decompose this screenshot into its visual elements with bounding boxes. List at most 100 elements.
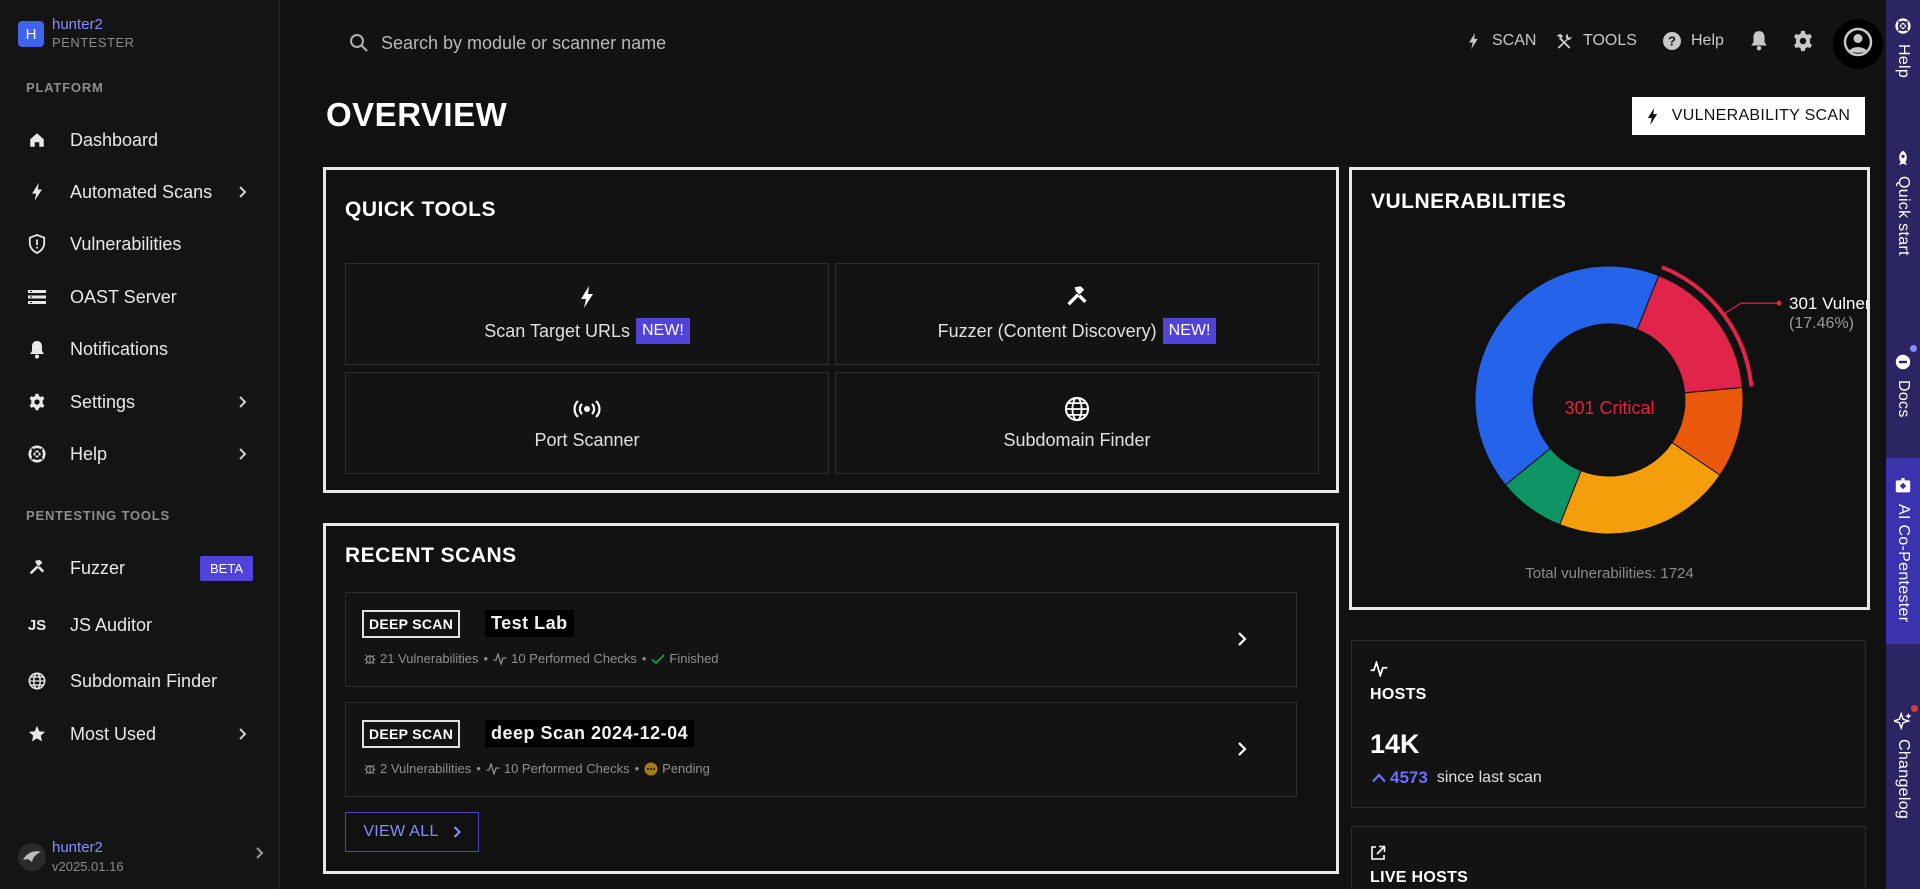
sidebar-item-automated-scans[interactable]: Automated Scans (0, 170, 280, 214)
app-version: v2025.01.16 (52, 859, 124, 874)
tools-menu-button[interactable]: TOOLS (1553, 30, 1637, 52)
lifebuoy-icon (1893, 16, 1913, 36)
pending-icon (644, 762, 658, 776)
page-title: OVERVIEW (326, 96, 508, 133)
search-input[interactable] (381, 30, 741, 56)
new-badge: NEW! (1162, 318, 1217, 344)
sidebar-item-label: Vulnerabilities (70, 233, 182, 254)
settings-button[interactable] (1788, 28, 1818, 58)
right-side-tabs: Help Quick start Docs AI Co-Pentester Ch… (1886, 0, 1920, 889)
help-menu-button[interactable]: ? Help (1661, 30, 1724, 52)
total-vulnerabilities: Total vulnerabilities: 1724 (1525, 565, 1694, 582)
scan-meta: 21 Vulnerabilities • 10 Performed Checks… (364, 651, 719, 666)
sidebar-item-settings[interactable]: Settings (0, 380, 280, 424)
sidebar-item-label: Dashboard (70, 129, 159, 150)
activity-icon (486, 762, 500, 775)
callout-percentage: (17.46%) (1789, 315, 1854, 332)
rocket-icon (1893, 148, 1913, 168)
sidebar-item-vulnerabilities[interactable]: Vulnerabilities (0, 222, 280, 266)
bolt-icon (1647, 107, 1658, 125)
search-bar (347, 30, 741, 56)
donut-center-label: 301 Critical (1564, 398, 1655, 418)
tool-scan-target-urls[interactable]: Scan Target URLs NEW! (345, 263, 829, 365)
sidebar-item-most-used[interactable]: Most Used (0, 712, 280, 756)
brand[interactable]: H hunter2 PENTESTER (18, 16, 135, 52)
side-tab-help[interactable]: Help (1886, 16, 1920, 90)
lifebuoy-icon (26, 443, 48, 465)
sidebar-item-help[interactable]: Help (0, 432, 280, 476)
brand-role: PENTESTER (52, 35, 135, 50)
bolt-icon (1462, 30, 1484, 52)
chevron-right-icon (254, 846, 264, 864)
tool-label: Fuzzer (Content Discovery) (937, 320, 1157, 341)
brand-username: hunter2 (52, 16, 103, 33)
vulnerability-scan-label: VULNERABILITY SCAN (1671, 107, 1851, 124)
top-bar: SCAN TOOLS ? Help (281, 0, 1886, 86)
scan-status: Pending (662, 761, 710, 776)
sidebar-item-label: Help (70, 443, 108, 464)
ai-icon (1893, 476, 1913, 496)
user-profile-footer[interactable]: hunter2 v2025.01.16 (18, 838, 264, 876)
help-menu-label: Help (1691, 32, 1724, 49)
gear-icon (26, 391, 48, 413)
tools-menu-label: TOOLS (1583, 32, 1637, 49)
new-badge: NEW! (635, 318, 690, 344)
view-all-scans-button[interactable]: VIEW ALL (345, 812, 479, 852)
activity-icon (1370, 661, 1388, 677)
donut-slice-4[interactable] (1474, 265, 1660, 486)
scan-row-deep-scan-2024-12-04[interactable]: DEEP SCAN deep Scan 2024-12-04 2 Vulnera… (345, 702, 1297, 797)
side-tab-label: Quick start (1895, 176, 1912, 256)
sidebar-item-oast-server[interactable]: OAST Server (0, 275, 280, 319)
tool-label: Scan Target URLs (484, 320, 630, 341)
sidebar-item-label: Notifications (70, 338, 169, 359)
home-icon (26, 129, 48, 151)
hosts-delta: 4573 since last scan (1372, 768, 1542, 788)
side-tab-label: Help (1895, 44, 1912, 79)
scan-row-test-lab[interactable]: DEEP SCAN Test Lab 21 Vulnerabilities • … (345, 592, 1297, 687)
chevron-right-icon (1232, 739, 1252, 759)
scan-checks-count: 10 Performed Checks (511, 651, 637, 666)
activity-icon (493, 652, 507, 665)
beta-badge: BETA (200, 556, 253, 581)
hosts-card[interactable]: HOSTS 14K 4573 since last scan (1351, 640, 1866, 808)
bell-icon (1750, 30, 1768, 56)
tool-label: Subdomain Finder (1003, 429, 1151, 450)
side-tab-changelog[interactable]: Changelog (1886, 711, 1920, 831)
sidebar-item-js-auditor[interactable]: JS JS Auditor (0, 603, 280, 647)
scan-vulnerability-count: 21 Vulnerabilities (380, 651, 479, 666)
account-circle-icon (1843, 27, 1873, 62)
live-hosts-title: LIVE HOSTS (1370, 869, 1469, 886)
shield-icon (26, 233, 48, 255)
notifications-button[interactable] (1744, 28, 1774, 58)
scan-type-badge: DEEP SCAN (362, 720, 461, 748)
live-hosts-card[interactable]: LIVE HOSTS (1351, 826, 1866, 889)
bug-icon (364, 653, 376, 665)
scan-name: deep Scan 2024-12-04 (485, 720, 695, 747)
sidebar-item-fuzzer[interactable]: Fuzzer BETA (0, 546, 280, 590)
pentesting-tools-section-label: PENTESTING TOOLS (26, 508, 171, 523)
tool-port-scanner[interactable]: Port Scanner (345, 372, 829, 474)
side-tab-quick-start[interactable]: Quick start (1886, 148, 1920, 272)
side-tab-docs[interactable]: Docs (1886, 352, 1920, 424)
callout-leader-line (1724, 302, 1779, 314)
sidebar-item-label: OAST Server (70, 286, 177, 307)
tool-fuzzer-content-discovery[interactable]: Fuzzer (Content Discovery) NEW! (835, 263, 1319, 365)
tool-subdomain-finder[interactable]: Subdomain Finder (835, 372, 1319, 474)
globe-icon (26, 670, 48, 692)
scan-menu-button[interactable]: SCAN (1462, 30, 1536, 52)
bug-icon (364, 763, 376, 775)
side-tab-ai-co-pentester[interactable]: AI Co-Pentester (1886, 458, 1920, 644)
sidebar-item-label: JS Auditor (70, 614, 153, 635)
sidebar-item-dashboard[interactable]: Dashboard (0, 118, 280, 162)
hosts-delta-text: since last scan (1436, 769, 1542, 786)
sidebar-item-subdomain-finder[interactable]: Subdomain Finder (0, 659, 280, 703)
sidebar-item-notifications[interactable]: Notifications (0, 327, 280, 371)
js-icon: JS (27, 616, 47, 634)
footer-username: hunter2 (52, 839, 103, 856)
donut-slice-critical[interactable] (1636, 274, 1743, 394)
bell-icon (26, 338, 48, 360)
view-all-label: VIEW ALL (363, 823, 439, 840)
globe-icon (1064, 396, 1090, 422)
account-avatar-button[interactable] (1833, 19, 1883, 69)
vulnerability-scan-button[interactable]: VULNERABILITY SCAN (1632, 97, 1865, 135)
